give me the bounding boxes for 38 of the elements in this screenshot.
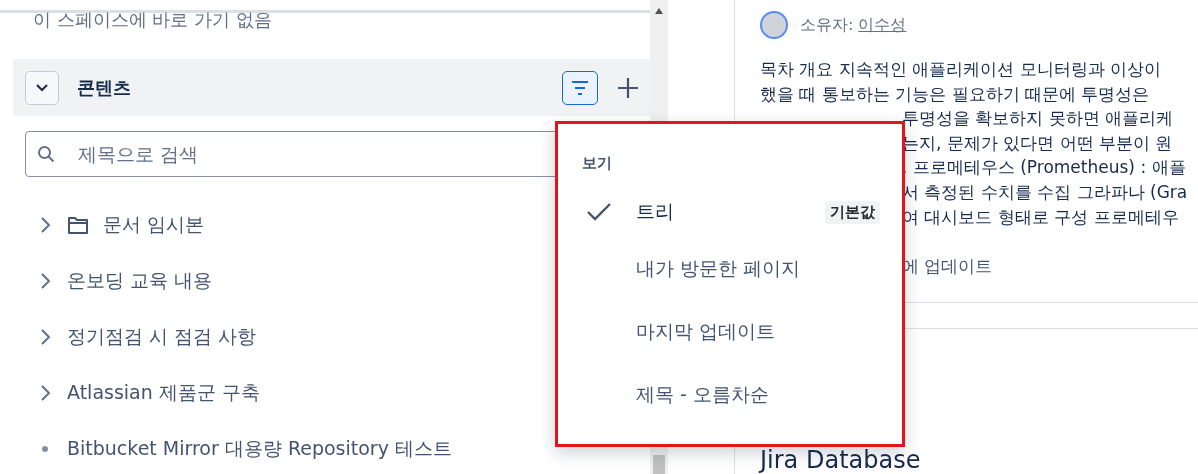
menu-option[interactable]: 트리 기본값	[558, 187, 902, 237]
page-tree-item[interactable]: 온보딩 교육 내용	[67, 268, 213, 294]
filter-icon	[570, 78, 590, 97]
search-icon	[37, 145, 55, 163]
menu-heading: 보기	[582, 154, 613, 174]
bullet-icon	[42, 446, 48, 452]
filter-button[interactable]	[562, 70, 598, 105]
chevron-down-icon	[35, 82, 49, 93]
body-text-line: 투명성을 확보하지 못하면 애플리케	[902, 107, 1175, 131]
body-text-line: 는지, 문제가 있다면 어떤 부분이 원	[902, 131, 1174, 155]
menu-option[interactable]: 제목 - 오름차순	[558, 363, 902, 426]
menu-option[interactable]: 마지막 업데이트	[558, 300, 902, 363]
chevron-right-icon[interactable]	[39, 216, 51, 234]
check-icon	[586, 202, 612, 222]
page-tree-item[interactable]: 문서 임시본	[103, 212, 205, 238]
add-button[interactable]	[616, 75, 640, 100]
chevron-right-icon[interactable]	[39, 328, 51, 346]
body-text-line: . 프로메테우스 (Prometheus) : 애플	[902, 156, 1187, 180]
page-tree-item[interactable]: Atlassian 제품군 구축	[67, 380, 260, 406]
scroll-up-icon[interactable]	[655, 8, 663, 14]
collapse-button[interactable]	[25, 70, 59, 105]
page-tree-item[interactable]: 정기점검 시 점검 사항	[67, 324, 257, 350]
page-tree-item[interactable]: Bitbucket Mirror 대용량 Repository 테스트	[67, 436, 452, 462]
body-text-line: 목차 개요 지속적인 애플리케이션 모니터링과 이상이	[760, 58, 1163, 81]
chevron-right-icon[interactable]	[39, 384, 51, 402]
owner-label: 소유자:	[800, 14, 854, 36]
body-text-line: 했을 때 통보하는 기능은 필요하기 때문에 투명성은	[760, 82, 1151, 106]
default-badge: 기본값	[825, 200, 880, 224]
empty-shortcuts-text: 이 스페이스에 바로 가기 없음	[33, 9, 272, 32]
chevron-right-icon[interactable]	[39, 272, 51, 290]
folder-icon	[67, 215, 89, 235]
menu-option[interactable]: 내가 방문한 페이지	[558, 237, 902, 300]
avatar	[760, 11, 788, 39]
scroll-thumb[interactable]	[653, 455, 665, 474]
section-heading: Jira Database	[760, 447, 922, 474]
owner-link[interactable]: 이수성	[858, 14, 907, 36]
plus-icon	[616, 75, 640, 100]
section-title: 콘텐츠	[77, 75, 132, 100]
